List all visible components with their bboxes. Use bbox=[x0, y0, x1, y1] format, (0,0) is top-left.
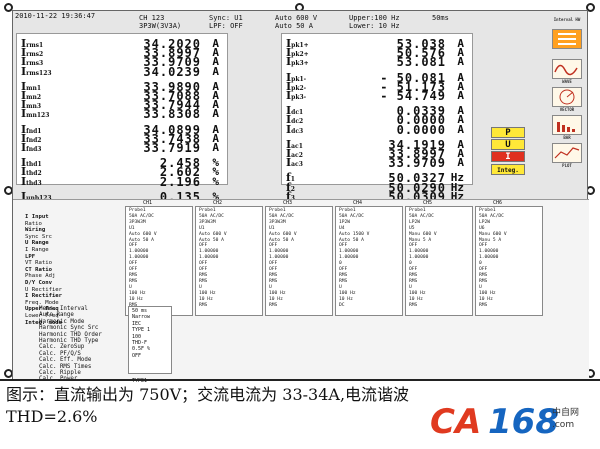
site-logo: CA 168 中自网 .com bbox=[430, 402, 590, 442]
left-measurement-panel: Irms1 34.2020 A Irms2 33.8997 A Irms3 33.9709 A I… bbox=[16, 33, 228, 203]
measurement-unit: A bbox=[212, 141, 219, 154]
measurement-unit: % bbox=[212, 174, 219, 188]
measurement-row: Idc3 0.0000 A bbox=[282, 122, 472, 137]
setting-label: Wiring bbox=[25, 227, 46, 234]
lpf-label: LPF: OFF bbox=[209, 22, 243, 30]
channel-setting-value: RMS bbox=[409, 302, 418, 308]
caption-line-2: THD=2.6% bbox=[6, 407, 98, 426]
setting-label: I Range bbox=[25, 246, 49, 253]
current-range-label: Auto 50 A bbox=[275, 22, 313, 30]
channel-setting-value: RMS bbox=[479, 302, 488, 308]
measurement-unit: A bbox=[212, 107, 219, 121]
wave-icon bbox=[554, 64, 578, 76]
measurement-label: Ipk3- bbox=[286, 89, 307, 102]
measurement-value: 0.0000 bbox=[396, 122, 446, 137]
channel-setting-value: RMS bbox=[269, 302, 278, 308]
setting-label: D/Y Conv bbox=[25, 279, 52, 286]
measurement-row: Ithd3 2.196% bbox=[17, 174, 227, 189]
measurement-label: Idc3 bbox=[286, 122, 304, 136]
p-button[interactable]: P bbox=[491, 127, 525, 138]
logo-number: 168 bbox=[488, 402, 559, 442]
measurement-row: Irms123 34.0239 A bbox=[17, 64, 227, 79]
wave-view-button[interactable] bbox=[552, 59, 582, 79]
numeric-icon bbox=[558, 33, 576, 45]
right-measurement-panel: Ipk1+ 53.038 A Ipk2+ 50.576 A Ipk3+ 53.081 A Ipk1… bbox=[281, 33, 473, 203]
sidebar-title: Interval HW bbox=[553, 17, 581, 22]
lower-setting-labels: Meas. Interval Auto Range Harmonic Mode Har… bbox=[39, 306, 129, 383]
measurement-unit: A bbox=[457, 89, 464, 102]
measurement-unit: A bbox=[457, 122, 464, 136]
measurement-value: 33.9709 bbox=[388, 156, 446, 171]
measurement-label: Imn123 bbox=[21, 107, 50, 121]
setting-label: I Rectifier bbox=[25, 293, 63, 300]
trend-caption: PLOT bbox=[562, 163, 572, 168]
channel-settings-box[interactable]: Probe1 50A AC/DC LP2W U5 Manu 600 V Manu 5 AO… bbox=[405, 206, 473, 316]
channel-settings-box[interactable]: Probe1 50A AC/DC 3P3W3M U1 Auto 600 V Auto 50… bbox=[125, 206, 193, 316]
trend-view-button[interactable] bbox=[552, 143, 582, 163]
measurement-value: - 54.749 bbox=[380, 89, 446, 103]
lower-setting-values: 50 ms Narrow IEC TYPE 1 100 THD-F 0.5F % OFF TY… bbox=[128, 306, 172, 384]
interval-label: 50ms bbox=[432, 14, 449, 22]
setting-label: CT Ratio bbox=[25, 266, 52, 273]
wiring-label: 3P3W(3V3A) bbox=[139, 22, 182, 30]
setting-label: U Range bbox=[25, 240, 49, 247]
u-button[interactable]: U bbox=[491, 139, 525, 150]
vector-caption: VECTOR bbox=[559, 107, 575, 112]
setting-label: VT Ratio bbox=[25, 260, 52, 267]
measurement-label: Ithd3 bbox=[21, 174, 42, 188]
status-bar: 2010-11-22 19:36:47 CH 123 3P3W(3V3A) Sy… bbox=[13, 11, 553, 33]
measurement-label: Ipk3+ bbox=[286, 55, 309, 69]
measurement-unit: A bbox=[212, 64, 219, 78]
numeric-view-button[interactable] bbox=[552, 29, 582, 49]
measurement-value: 33.8308 bbox=[143, 107, 201, 122]
measurement-row: Iac3 33.9709 A bbox=[282, 156, 472, 171]
setting-label: Phase Adj bbox=[25, 273, 56, 280]
channel-settings-box[interactable]: Probe1 50A AC/DC 1P2W U4 Auto 1500 V Auto 50 … bbox=[335, 206, 403, 316]
lower-freq-label: Lower: 10 Hz bbox=[349, 22, 400, 30]
measurement-row: Imn123 33.8308 A bbox=[17, 107, 227, 122]
measurement-value: 34.0239 bbox=[143, 64, 201, 79]
vector-view-button[interactable] bbox=[552, 87, 582, 107]
measurement-unit: A bbox=[457, 156, 464, 170]
measurement-value: 33.7919 bbox=[143, 141, 201, 155]
measurement-label: Irms123 bbox=[21, 64, 52, 78]
datetime-readout: 2010-11-22 19:36:47 bbox=[15, 12, 96, 20]
wave-caption: WAVE bbox=[562, 79, 572, 84]
measurement-row: Ipk3- - 54.749 A bbox=[282, 89, 472, 103]
setting-label: Ratio bbox=[25, 220, 42, 227]
instrument-screen: 2010-11-22 19:36:47 CH 123 3P3W(3V3A) Sy… bbox=[12, 10, 589, 384]
channel-settings-box[interactable]: Probe1 50A AC/DC LP2W U6 Manu 600 V Manu 5 AO… bbox=[475, 206, 543, 316]
measurement-value: 53.081 bbox=[396, 55, 446, 70]
measurement-label: Ifnd3 bbox=[21, 141, 42, 154]
divider-line bbox=[0, 379, 600, 381]
measurement-row: Ipk3+ 53.081 A bbox=[282, 55, 472, 70]
logo-chinese: 中自网 bbox=[552, 408, 580, 418]
measurement-value: 2.196 bbox=[159, 174, 201, 189]
vector-icon bbox=[559, 89, 575, 105]
setting-label: U Rectifier bbox=[25, 286, 63, 293]
measurement-label: Iac3 bbox=[286, 156, 303, 170]
setting-label: Sync Src bbox=[25, 233, 52, 240]
channel-setting-value: DC bbox=[339, 302, 345, 308]
logo-domain: .com bbox=[552, 420, 575, 430]
settings-area: I Input Ratio Wiring Sync Src U Range I Range… bbox=[13, 199, 589, 384]
channel-settings-box[interactable]: Probe1 50A AC/DC 3P3W3M U1 Auto 600 V Auto 50… bbox=[265, 206, 333, 316]
setting-label: I Input bbox=[25, 214, 49, 220]
bar-caption: BAR bbox=[563, 135, 571, 140]
bar-view-button[interactable] bbox=[552, 115, 582, 135]
caption-line-1: 图示：直流输出为 750V；交流电流为 33-34A,电流谐波 bbox=[6, 385, 410, 404]
setting-label: LPF bbox=[25, 253, 36, 260]
screenshot-frame: 2010-11-22 19:36:47 CH 123 3P3W(3V3A) Sy… bbox=[0, 0, 600, 449]
i-button[interactable]: I bbox=[491, 151, 525, 162]
bar-icon bbox=[557, 122, 575, 132]
measurement-unit: A bbox=[457, 55, 464, 69]
logo-ca: CA bbox=[430, 402, 482, 442]
channel-settings-box[interactable]: Probe1 50A AC/DC 3P3W3M U1 Auto 600 V Auto 50… bbox=[195, 206, 263, 316]
trend-icon bbox=[554, 147, 580, 159]
figure-caption: 图示：直流输出为 750V；交流电流为 33-34A,电流谐波 THD=2.6% bbox=[6, 384, 409, 428]
channel-setting-value: RMS bbox=[199, 302, 208, 308]
measurement-row: Ifnd3 33.7919 A bbox=[17, 141, 227, 155]
integ-button[interactable]: Integ. bbox=[491, 164, 525, 175]
